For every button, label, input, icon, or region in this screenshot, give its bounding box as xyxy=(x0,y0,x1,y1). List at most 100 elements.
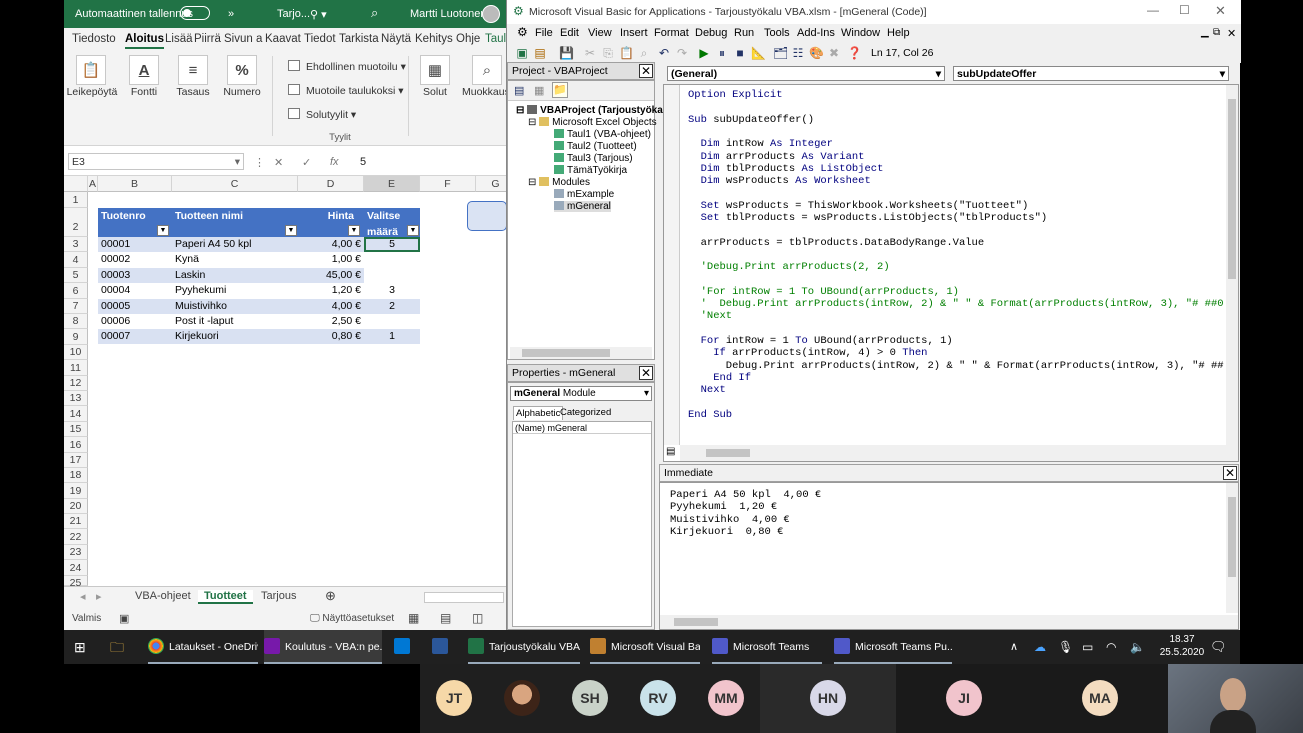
properties-object-combo[interactable]: mGeneral Module ▾ xyxy=(510,386,652,401)
row-header[interactable]: 1 xyxy=(64,192,88,208)
participant-tile[interactable]: JI xyxy=(896,664,1032,733)
sheet-prev-icon[interactable]: ◂ xyxy=(74,590,92,603)
tree-hscrollbar[interactable] xyxy=(510,347,652,359)
close-icon[interactable]: ✕ xyxy=(1223,466,1237,480)
inner-close-icon[interactable]: ✕ xyxy=(1227,27,1236,40)
table-cell[interactable]: Paperi A4 50 kpl xyxy=(172,237,298,252)
cut-icon[interactable]: ✂ xyxy=(583,46,597,60)
cancel-icon[interactable]: ✕ xyxy=(274,156,283,169)
toolbox-icon[interactable]: ✖ xyxy=(827,46,841,60)
tree-item[interactable]: Taul1 (VBA-ohjeet) xyxy=(554,129,651,140)
table-cell[interactable]: 00005 xyxy=(98,299,172,314)
file-explorer-icon[interactable]: 🗀 xyxy=(110,630,124,664)
column-header[interactable]: F xyxy=(420,176,476,192)
reset-icon[interactable]: ■ xyxy=(733,46,747,60)
participant-tile[interactable]: MM xyxy=(692,664,760,733)
row-header[interactable]: 23 xyxy=(64,545,88,560)
table-cell[interactable]: 1,00 € xyxy=(298,252,364,267)
column-header[interactable]: B xyxy=(98,176,172,192)
toggle-folders-icon[interactable]: 📁 xyxy=(552,82,568,98)
menu-help[interactable]: Help xyxy=(887,27,910,39)
participant-tile[interactable]: MA xyxy=(1032,664,1168,733)
normal-view-icon[interactable]: ▦ xyxy=(408,611,419,625)
tree-module-selected[interactable]: mGeneral xyxy=(554,201,611,212)
table-cell[interactable]: 2 xyxy=(364,299,420,314)
conditional-format-button[interactable]: Ehdollinen muotoilu ▾ xyxy=(288,60,406,73)
table-cell[interactable]: Laskin xyxy=(172,268,298,283)
tab-home[interactable]: Aloitus xyxy=(125,33,164,49)
table-cell[interactable]: 4,00 € xyxy=(298,299,364,314)
code-line[interactable]: 'Debug.Print arrProducts(2, 2) xyxy=(688,261,890,273)
table-cell[interactable]: 00002 xyxy=(98,252,172,267)
taskbar-teams-meeting[interactable]: Microsoft Teams Pu... xyxy=(834,630,952,664)
taskbar-chrome[interactable]: Lataukset - OneDriv... xyxy=(148,630,258,664)
row-header[interactable]: 24 xyxy=(64,560,88,576)
display-settings[interactable]: 🖵 Näyttöasetukset xyxy=(310,613,394,624)
sheet-tab-tarjous[interactable]: Tarjous xyxy=(255,590,302,602)
cells-icon[interactable]: ▦ xyxy=(420,55,450,85)
code-line[interactable]: 'Next xyxy=(688,310,733,322)
view-excel-icon[interactable]: ▣ xyxy=(515,46,529,60)
tab-developer[interactable]: Kehitys xyxy=(415,33,453,45)
document-name[interactable]: Tarjo... xyxy=(277,8,310,20)
column-header[interactable]: E xyxy=(364,176,420,192)
selected-cell[interactable]: 5 xyxy=(364,237,420,252)
immediate-line[interactable]: Kirjekuori 0,80 € xyxy=(670,526,783,538)
column-header[interactable]: D xyxy=(298,176,364,192)
inner-restore-icon[interactable]: ⧉ xyxy=(1213,27,1220,38)
share-icon[interactable]: ⚲ ▾ xyxy=(310,8,327,21)
project-explorer-icon[interactable]: 🗂 xyxy=(773,46,788,60)
table-cell[interactable]: Kirjekuori xyxy=(172,329,298,344)
close-icon[interactable]: ✕ xyxy=(639,64,653,78)
taskbar-outlook[interactable] xyxy=(394,630,416,664)
break-icon[interactable]: ⏸ xyxy=(715,46,729,60)
code-line[interactable]: ' Debug.Print arrProducts(intRow, 2) & "… xyxy=(688,298,1224,310)
row-header[interactable]: 10 xyxy=(64,345,88,360)
undo-icon[interactable]: ↶ xyxy=(657,46,671,60)
immediate-hscrollbar[interactable] xyxy=(660,615,1238,629)
tab-formulas[interactable]: Kaavat xyxy=(265,33,301,45)
table-cell[interactable]: Muistivihko xyxy=(172,299,298,314)
tree-excel-objects[interactable]: ⊟ Microsoft Excel Objects xyxy=(528,117,657,128)
tree-module[interactable]: mExample xyxy=(554,189,614,200)
column-header[interactable]: G xyxy=(476,176,506,192)
table-cell[interactable]: 45,00 € xyxy=(298,268,364,283)
formula-input[interactable]: 5 xyxy=(360,156,366,168)
menu-file[interactable]: File xyxy=(535,27,553,39)
cells-label[interactable]: Solut xyxy=(414,86,456,98)
row-header[interactable]: 11 xyxy=(64,360,88,376)
function-icon[interactable]: fx xyxy=(330,156,339,168)
font-label[interactable]: Fontti xyxy=(124,86,164,98)
taskbar-vba[interactable]: Microsoft Visual Ba... xyxy=(590,630,700,664)
taskbar-teams[interactable]: Microsoft Teams xyxy=(712,630,822,664)
table-cell[interactable]: 1 xyxy=(364,329,420,344)
code-line[interactable]: If arrProducts(intRow, 4) > 0 Then xyxy=(688,347,927,359)
code-hscrollbar[interactable] xyxy=(680,445,1238,461)
onedrive-icon[interactable]: ☁ xyxy=(1034,630,1046,664)
taskbar-excel[interactable]: Tarjoustyökalu VBA ... xyxy=(468,630,580,664)
immediate-line[interactable]: Pyyhekumi 1,20 € xyxy=(670,501,777,513)
paste-icon[interactable]: 📋 xyxy=(619,46,634,60)
filter-dropdown-icon[interactable]: ▼ xyxy=(157,225,169,236)
filter-dropdown-icon[interactable]: ▼ xyxy=(348,225,360,236)
procedure-combo[interactable]: subUpdateOffer ▾ xyxy=(953,66,1229,81)
tab-table[interactable]: Taul xyxy=(485,33,506,45)
row-header[interactable]: 12 xyxy=(64,376,88,391)
menu-insert[interactable]: Insert xyxy=(620,27,648,39)
tab-alphabetic[interactable]: Alphabetic xyxy=(513,406,564,420)
battery-icon[interactable]: ▭ xyxy=(1082,630,1093,664)
menu-run[interactable]: Run xyxy=(734,27,754,39)
row-header[interactable]: 22 xyxy=(64,529,88,545)
view-object-icon[interactable]: ▦ xyxy=(534,84,544,97)
tree-item[interactable]: Taul2 (Tuotteet) xyxy=(554,141,637,152)
tab-draw[interactable]: Piirrä xyxy=(194,33,221,45)
number-label[interactable]: Numero xyxy=(219,86,265,98)
tree-modules[interactable]: ⊟ Modules xyxy=(528,177,590,188)
property-row[interactable]: (Name) mGeneral xyxy=(513,422,651,434)
autosave-toggle[interactable] xyxy=(180,6,210,20)
user-name[interactable]: Martti Luotonen xyxy=(410,8,486,20)
row-header[interactable]: 19 xyxy=(64,483,88,499)
tree-item[interactable]: TämäTyökirja xyxy=(554,165,627,176)
copy-icon[interactable]: ⎘ xyxy=(601,46,615,60)
close-icon[interactable]: ✕ xyxy=(1215,3,1226,19)
